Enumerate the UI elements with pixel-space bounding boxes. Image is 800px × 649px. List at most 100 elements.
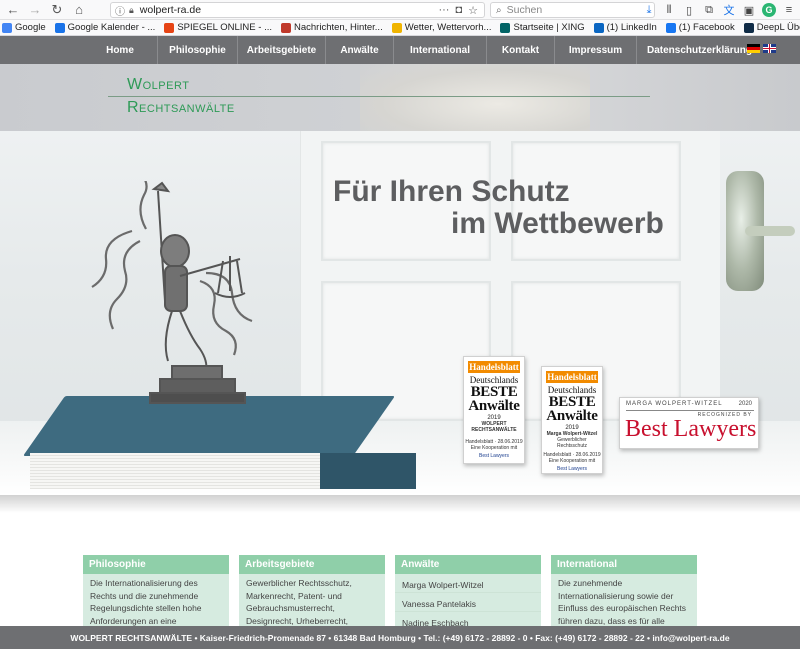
bookmark-favicon-icon [391,22,402,33]
badge-brand: Handelsblatt [546,371,598,383]
bookmark-item[interactable]: Google [2,22,46,33]
grammarly-icon[interactable]: G [762,3,776,17]
nav-arbeitsgebiete[interactable]: Arbeitsgebiete [238,36,326,64]
bookmark-label: DeepL Übersetzer [756,22,800,33]
forward-arrow-icon[interactable]: → [26,1,44,19]
footer-contact-text: WOLPERT RECHTSANWÄLTE • Kaiser-Friedrich… [70,632,730,643]
lock-icon: 🔒︎ [129,4,134,15]
bookmark-star-icon[interactable]: ☆ [468,4,478,17]
book-pages [30,453,320,489]
logo-divider [108,96,650,97]
hero-title-line1: Für Ihren Schutz [333,175,570,208]
bookmarks-bar: Google Google Kalender - ... SPIEGEL ONLIN… [0,20,800,36]
nav-impressum[interactable]: Impressum [555,36,637,64]
card-title[interactable]: International [551,555,697,574]
card-title[interactable]: Philosophie [83,555,229,574]
card-title[interactable]: Anwälte [395,555,541,574]
browser-toolbar: ← → ↻ ⌂ ⓘ 🔒︎ wolpert-ra.de ··· ◘ ☆ ⌕ Suc… [0,0,800,20]
badge-line2: BESTE [470,384,518,400]
lawyer-link[interactable]: Marga Wolpert-Witzel [395,574,541,593]
handelsblatt-badge-person[interactable]: Handelsblatt Deutschlands BESTE Anwälte … [541,366,603,474]
bookmark-favicon-icon [2,22,12,33]
best-lawyers-brand: Best Lawyers [625,416,757,442]
search-bar[interactable]: ⌕ Suchen [490,2,655,18]
badge-name: WOLPERT RECHTSANWÄLTE [471,421,517,433]
lawyer-link[interactable]: Vanessa Pantelakis [395,593,541,612]
card-title[interactable]: Arbeitsgebiete [239,555,385,574]
bookmark-label: Wetter, Wettervorh... [404,22,492,33]
badge-line3: Anwälte [546,408,598,424]
door-handle-lever [745,226,795,236]
bookmark-item[interactable]: Google Kalender - ... [54,22,156,33]
bookmark-label: Startseite | XING [513,22,585,33]
handelsblatt-badge-firm[interactable]: Handelsblatt Deutschlands BESTE Anwälte … [463,356,525,464]
bookmark-label: SPIEGEL ONLINE - ... [177,22,272,33]
extension-icon[interactable]: ▣ [742,4,756,17]
bookmark-item[interactable]: DeepL Übersetzer [743,22,800,33]
hero-shadow [0,495,800,513]
bookmark-favicon-icon [593,22,604,33]
nav-philosophie[interactable]: Philosophie [158,36,238,64]
best-lawyers-name: MARGA WOLPERT-WITZEL [626,401,723,407]
book-spine [320,453,416,489]
pocket-icon[interactable]: ◘ [455,4,462,17]
info-icon[interactable]: ⓘ [115,3,125,18]
badge-area: Gewerblicher Rechtsschutz [556,437,587,449]
site-footer: WOLPERT RECHTSANWÄLTE • Kaiser-Friedrich… [0,626,800,649]
bookmark-favicon-icon [281,22,291,33]
nav-home[interactable]: Home [83,36,158,64]
badge-line3: Anwälte [468,398,520,414]
badge-small2: Eine Kooperation mit [470,445,518,451]
bookmark-item[interactable]: SPIEGEL ONLINE - ... [164,22,272,33]
logo-line1[interactable]: Wolpert [127,76,189,94]
translate-icon[interactable]: 文 [722,2,736,18]
bookmark-item[interactable]: Wetter, Wettervorh... [391,22,492,33]
back-arrow-icon[interactable]: ← [4,1,22,19]
library-icon[interactable]: ⫴ [662,4,676,17]
toolbar-right-icons: ⤓ ⫴ ▯ ⧉ 文 ▣ G ≡ [642,2,796,18]
english-flag-icon[interactable] [763,44,776,53]
bookmark-label: Nachrichten, Hinter... [294,22,383,33]
bookmark-favicon-icon [665,22,676,33]
bookmark-item[interactable]: (1) LinkedIn [593,22,657,33]
badge-partner: Best Lawyers [556,466,587,472]
best-lawyers-divider [626,410,754,411]
nav-international[interactable]: International [394,36,487,64]
nav-datenschutz[interactable]: Datenschutzerklärung [637,36,762,64]
bookmark-item[interactable]: Startseite | XING [500,22,585,33]
sidebar-icon[interactable]: ▯ [682,4,696,17]
bookmark-favicon-icon [500,22,511,33]
german-flag-icon[interactable] [747,44,760,53]
main-navigation: Home Philosophie Arbeitsgebiete Anwälte … [0,36,800,64]
hero-title-line2: im Wettbewerb [451,207,664,240]
website: Home Philosophie Arbeitsgebiete Anwälte … [0,36,800,649]
nav-anwaelte[interactable]: Anwälte [326,36,394,64]
bookmark-item[interactable]: Nachrichten, Hinter... [281,22,383,33]
bookmark-label: Google [15,22,46,33]
badge-line2: BESTE [548,394,596,410]
nav-kontakt[interactable]: Kontakt [487,36,555,64]
downloads-icon[interactable]: ⤓ [642,4,656,17]
bookmark-label: (1) LinkedIn [606,22,657,33]
url-bar[interactable]: ⓘ 🔒︎ wolpert-ra.de ··· ◘ ☆ [110,2,485,18]
home-icon[interactable]: ⌂ [70,1,88,19]
search-placeholder[interactable]: Suchen [507,4,543,16]
bookmark-favicon-icon [743,22,754,33]
best-lawyers-year: 2020 [738,401,752,407]
bookmark-favicon-icon [54,22,65,33]
screenshot-icon[interactable]: ⧉ [702,4,716,17]
bookmark-label: (1) Facebook [678,22,735,33]
site-header: Wolpert Rechtsanwälte [0,64,800,131]
best-lawyers-badge[interactable]: MARGA WOLPERT-WITZEL 2020 RECOGNIZED BY … [619,397,759,449]
menu-icon[interactable]: ≡ [782,4,796,16]
header-background-image [360,64,590,131]
badge-small2: Eine Kooperation mit [548,458,596,464]
language-switcher [747,44,776,53]
badge-brand: Handelsblatt [468,361,520,373]
reload-icon[interactable]: ↻ [48,1,66,19]
bookmark-item[interactable]: (1) Facebook [665,22,735,33]
page-actions-icon[interactable]: ··· [438,4,449,17]
url-text[interactable]: wolpert-ra.de [140,4,201,16]
logo-line2[interactable]: Rechtsanwälte [127,99,235,117]
bookmark-label: Google Kalender - ... [67,22,156,33]
